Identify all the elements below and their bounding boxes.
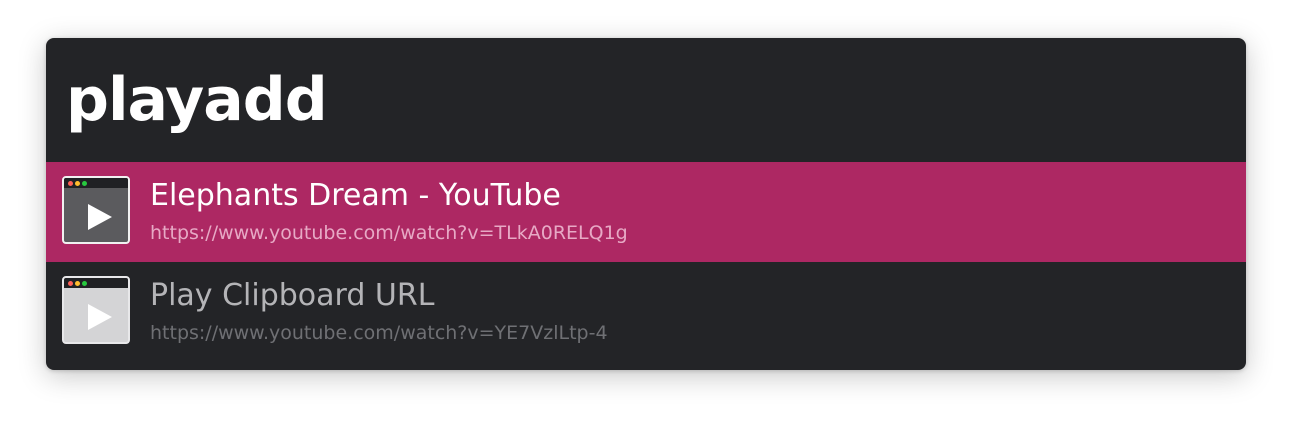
search-input[interactable] — [66, 58, 1226, 142]
close-dot-icon — [68, 281, 73, 286]
query-bar — [46, 38, 1246, 162]
minimize-dot-icon — [75, 281, 80, 286]
window-titlebar-icon — [64, 178, 128, 188]
result-subtitle: https://www.youtube.com/watch?v=YE7VzlLt… — [150, 322, 608, 344]
close-dot-icon — [68, 181, 73, 186]
play-icon — [88, 304, 112, 330]
result-title: Elephants Dream - YouTube — [150, 178, 561, 213]
result-item-elephants-dream[interactable]: Elephants Dream - YouTube https://www.yo… — [46, 162, 1246, 262]
play-icon — [88, 204, 112, 230]
minimize-dot-icon — [75, 181, 80, 186]
video-window-play-icon — [62, 276, 130, 344]
zoom-dot-icon — [82, 181, 87, 186]
result-title: Play Clipboard URL — [150, 278, 435, 313]
launcher-window: Elephants Dream - YouTube https://www.yo… — [46, 38, 1246, 370]
window-titlebar-icon — [64, 278, 128, 288]
zoom-dot-icon — [82, 281, 87, 286]
result-item-play-clipboard-url[interactable]: Play Clipboard URL https://www.youtube.c… — [46, 262, 1246, 362]
video-window-play-icon — [62, 176, 130, 244]
result-subtitle: https://www.youtube.com/watch?v=TLkA0REL… — [150, 222, 628, 244]
results-list: Elephants Dream - YouTube https://www.yo… — [46, 162, 1246, 362]
